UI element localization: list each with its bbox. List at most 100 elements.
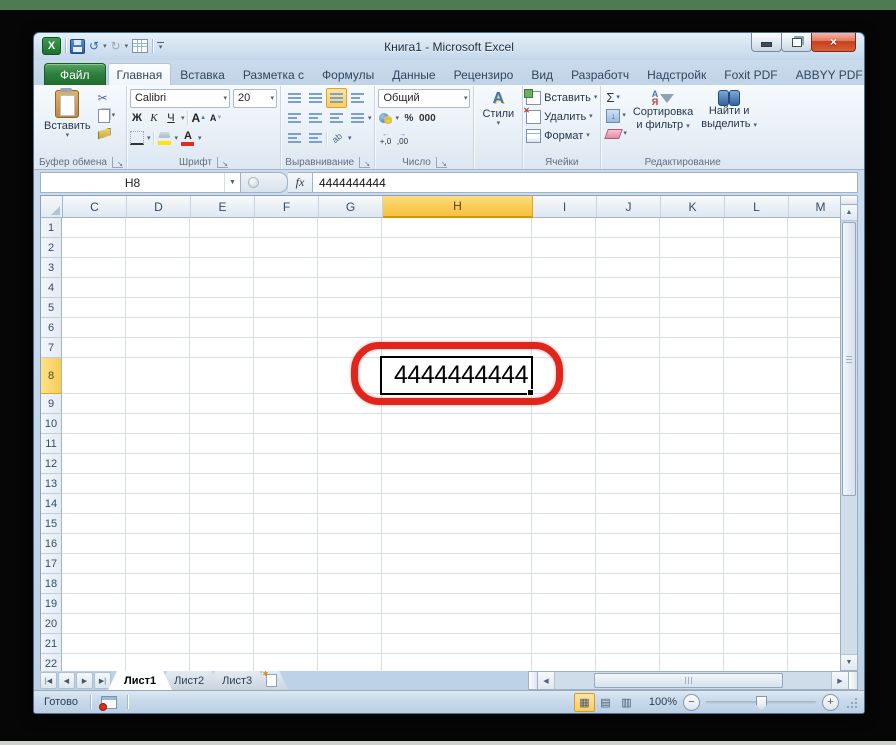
- cell-E19[interactable]: [190, 594, 254, 614]
- select-all-corner[interactable]: [41, 196, 63, 218]
- cell-F2[interactable]: [254, 238, 318, 258]
- cell-H17[interactable]: [382, 554, 532, 574]
- cell-C13[interactable]: [62, 474, 126, 494]
- cell-M17[interactable]: [788, 554, 840, 574]
- cell-F17[interactable]: [254, 554, 318, 574]
- redo-icon[interactable]: ↻: [111, 40, 121, 52]
- cell-L20[interactable]: [724, 614, 788, 634]
- font-size-combo[interactable]: 20▾: [233, 89, 277, 108]
- font-color-button[interactable]: А: [181, 131, 195, 146]
- cell-M12[interactable]: [788, 454, 840, 474]
- cell-K5[interactable]: [660, 298, 724, 318]
- shrink-font-button[interactable]: А▼: [209, 111, 223, 126]
- cell-M6[interactable]: [788, 318, 840, 338]
- accounting-format-button[interactable]: [378, 111, 392, 126]
- cell-M19[interactable]: [788, 594, 840, 614]
- cell-J12[interactable]: [596, 454, 660, 474]
- styles-button[interactable]: А Стили ▾: [477, 88, 519, 155]
- cell-E2[interactable]: [190, 238, 254, 258]
- cell-M2[interactable]: [788, 238, 840, 258]
- cell-H1[interactable]: [382, 218, 532, 238]
- cell-I2[interactable]: [532, 238, 596, 258]
- cell-H9[interactable]: [382, 394, 532, 414]
- cell-C16[interactable]: [62, 534, 126, 554]
- row-header-9[interactable]: 9: [41, 394, 62, 414]
- sheet-next-icon[interactable]: ▶: [76, 672, 93, 689]
- cell-G11[interactable]: [318, 434, 382, 454]
- restore-button[interactable]: [781, 33, 812, 52]
- cell-E3[interactable]: [190, 258, 254, 278]
- cell-L16[interactable]: [724, 534, 788, 554]
- file-tab[interactable]: Файл: [44, 63, 106, 85]
- cell-K15[interactable]: [660, 514, 724, 534]
- cell-M11[interactable]: [788, 434, 840, 454]
- cell-L13[interactable]: [724, 474, 788, 494]
- cell-L1[interactable]: [724, 218, 788, 238]
- cell-I1[interactable]: [532, 218, 596, 238]
- cell-F19[interactable]: [254, 594, 318, 614]
- cell-D15[interactable]: [126, 514, 190, 534]
- cell-E8[interactable]: [190, 358, 254, 394]
- cell-K17[interactable]: [660, 554, 724, 574]
- cell-I13[interactable]: [532, 474, 596, 494]
- cell-H21[interactable]: [382, 634, 532, 654]
- cell-K12[interactable]: [660, 454, 724, 474]
- cell-C15[interactable]: [62, 514, 126, 534]
- cell-F16[interactable]: [254, 534, 318, 554]
- cell-M1[interactable]: [788, 218, 840, 238]
- cell-G14[interactable]: [318, 494, 382, 514]
- align-right-button[interactable]: [326, 108, 347, 128]
- scroll-left-icon[interactable]: ◀: [538, 672, 555, 689]
- cell-F14[interactable]: [254, 494, 318, 514]
- cell-M4[interactable]: [788, 278, 840, 298]
- cell-H18[interactable]: [382, 574, 532, 594]
- cell-I9[interactable]: [532, 394, 596, 414]
- decrease-indent-button[interactable]: [284, 128, 305, 148]
- cell-L4[interactable]: [724, 278, 788, 298]
- cell-L17[interactable]: [724, 554, 788, 574]
- cell-F3[interactable]: [254, 258, 318, 278]
- ribbon-tab-Формулы[interactable]: Формулы: [313, 63, 383, 85]
- cell-J3[interactable]: [596, 258, 660, 278]
- scroll-up-icon[interactable]: ▲: [841, 205, 857, 221]
- cell-M21[interactable]: [788, 634, 840, 654]
- cell-H11[interactable]: [382, 434, 532, 454]
- cell-J15[interactable]: [596, 514, 660, 534]
- cell-G20[interactable]: [318, 614, 382, 634]
- zoom-in-icon[interactable]: +: [822, 694, 839, 711]
- cell-L7[interactable]: [724, 338, 788, 358]
- column-header-C[interactable]: C: [63, 196, 127, 218]
- cell-K4[interactable]: [660, 278, 724, 298]
- cell-I3[interactable]: [532, 258, 596, 278]
- cell-J2[interactable]: [596, 238, 660, 258]
- cell-D6[interactable]: [126, 318, 190, 338]
- cell-D11[interactable]: [126, 434, 190, 454]
- normal-view-icon[interactable]: ▦: [574, 693, 595, 712]
- cell-H7[interactable]: [382, 338, 532, 358]
- zoom-out-icon[interactable]: −: [683, 694, 700, 711]
- cell-D16[interactable]: [126, 534, 190, 554]
- cell-C1[interactable]: [62, 218, 126, 238]
- grow-font-button[interactable]: А▲: [191, 111, 206, 126]
- cell-K7[interactable]: [660, 338, 724, 358]
- column-header-I[interactable]: I: [533, 196, 597, 218]
- cell-F10[interactable]: [254, 414, 318, 434]
- cell-J14[interactable]: [596, 494, 660, 514]
- formula-bar-splitter[interactable]: [241, 172, 288, 193]
- cell-D14[interactable]: [126, 494, 190, 514]
- cell-G10[interactable]: [318, 414, 382, 434]
- cell-K6[interactable]: [660, 318, 724, 338]
- cell-H20[interactable]: [382, 614, 532, 634]
- cell-G6[interactable]: [318, 318, 382, 338]
- row-header-22[interactable]: 22: [41, 654, 62, 671]
- cell-I18[interactable]: [532, 574, 596, 594]
- cell-I17[interactable]: [532, 554, 596, 574]
- ribbon-tab-Разработч[interactable]: Разработч: [562, 63, 638, 85]
- cell-M18[interactable]: [788, 574, 840, 594]
- column-header-G[interactable]: G: [319, 196, 383, 218]
- insert-cells-button[interactable]: Вставить▾: [526, 88, 597, 107]
- percent-style-button[interactable]: %: [402, 111, 416, 126]
- number-dialog-launcher-icon[interactable]: ↘: [436, 157, 447, 168]
- ribbon-tab-Данные[interactable]: Данные: [383, 63, 444, 85]
- cell-E20[interactable]: [190, 614, 254, 634]
